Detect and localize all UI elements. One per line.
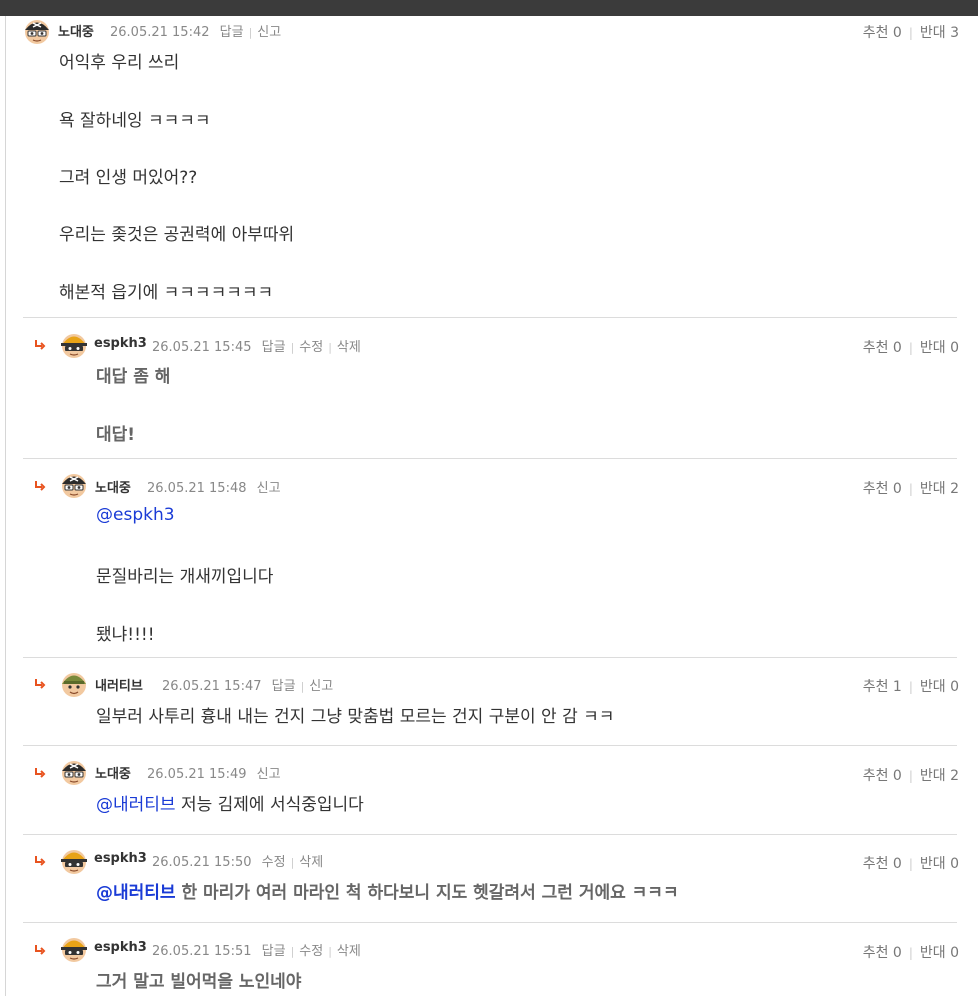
upvote-button[interactable]: 추천 0 xyxy=(863,768,902,784)
avatar-icon[interactable] xyxy=(60,471,88,499)
comment-date: 26.05.21 15:48 xyxy=(147,481,247,496)
comment-text-line: 해본적 읍기에 ㅋㅋㅋㅋㅋㅋㅋ xyxy=(59,283,274,303)
downvote-button[interactable]: 반대 0 xyxy=(920,856,959,872)
reply-arrow-icon xyxy=(34,767,46,779)
comment-meta: 26.05.21 15:49 신고 xyxy=(147,763,281,782)
downvote-button[interactable]: 반대 0 xyxy=(920,679,959,695)
comment-divider xyxy=(23,458,957,459)
downvote-button[interactable]: 반대 2 xyxy=(920,481,959,497)
reply-arrow-icon xyxy=(34,339,46,351)
comment-author[interactable]: espkh3 xyxy=(94,336,147,351)
comment-author[interactable]: espkh3 xyxy=(94,851,147,866)
downvote-button[interactable]: 반대 0 xyxy=(920,340,959,356)
comment-meta: 26.05.21 15:48 신고 xyxy=(147,477,281,496)
comment-author[interactable]: 노대중 xyxy=(95,477,131,496)
comment-text-line: 어익후 우리 쓰리 xyxy=(59,53,180,73)
reply-arrow-icon xyxy=(34,480,46,492)
upvote-button[interactable]: 추천 1 xyxy=(863,679,902,695)
mention-link[interactable]: @내러티브 xyxy=(96,883,176,903)
vote-box: 추천 0 | 반대 0 xyxy=(862,856,959,872)
avatar-icon[interactable] xyxy=(60,935,88,963)
comment-divider xyxy=(23,834,957,835)
comment-text-line: 욕 잘하네잉 ㅋㅋㅋㅋ xyxy=(59,111,211,131)
comment-text-line: 그려 인생 머있어?? xyxy=(59,168,198,188)
comment-divider xyxy=(23,317,957,318)
comment-text-line: 대답 좀 해 xyxy=(96,367,171,387)
reply-arrow-icon xyxy=(34,855,46,867)
reply-link[interactable]: 답글 xyxy=(272,679,296,694)
report-link[interactable]: 신고 xyxy=(257,767,281,782)
mention-link[interactable]: @espkh3 xyxy=(96,505,175,525)
reply-arrow-icon xyxy=(34,944,46,956)
avatar-icon[interactable] xyxy=(60,758,88,786)
comment-text-line: @내러티브 저능 김제에 서식중입니다 xyxy=(96,790,364,815)
comment-date: 26.05.21 15:51 xyxy=(152,944,252,959)
vote-box: 추천 1 | 반대 0 xyxy=(862,679,959,695)
comment-text-line: 그거 말고 빌어먹을 노인네야 xyxy=(96,972,302,992)
reply-arrow-icon xyxy=(34,678,46,690)
report-link[interactable]: 신고 xyxy=(257,481,281,496)
avatar-icon[interactable] xyxy=(60,670,88,698)
comment-text: 저능 김제에 서식중입니다 xyxy=(175,795,364,815)
downvote-button[interactable]: 반대 2 xyxy=(920,768,959,784)
avatar-icon[interactable] xyxy=(60,331,88,359)
comment-text-line: 됐냐!!!! xyxy=(96,625,155,645)
comment-meta: 26.05.21 15:50 수정 | 삭제 xyxy=(152,855,324,870)
comment-list: 노대중 26.05.21 15:42 답글 | 신고 추천 0 | 반대 3 어익후 우… xyxy=(5,16,978,996)
delete-link[interactable]: 삭제 xyxy=(337,340,361,355)
edit-link[interactable]: 수정 xyxy=(262,855,286,870)
comment-text-line: 문질바리는 개새끼입니다 xyxy=(96,567,274,587)
comment-divider xyxy=(23,922,957,923)
comment-divider xyxy=(23,657,957,658)
delete-link[interactable]: 삭제 xyxy=(299,855,323,870)
upvote-button[interactable]: 추천 0 xyxy=(863,340,902,356)
edit-link[interactable]: 수정 xyxy=(299,944,323,959)
avatar-icon[interactable] xyxy=(23,17,51,45)
comment-text-line: 우리는 좆것은 공권력에 아부따위 xyxy=(59,225,295,245)
reply-link[interactable]: 답글 xyxy=(262,944,286,959)
comment-author[interactable]: espkh3 xyxy=(94,940,147,955)
comment-author[interactable]: 노대중 xyxy=(58,21,94,40)
edit-link[interactable]: 수정 xyxy=(299,340,323,355)
comment-date: 26.05.21 15:45 xyxy=(152,340,252,355)
report-link[interactable]: 신고 xyxy=(257,25,281,40)
comment-divider xyxy=(23,745,957,746)
comment-text-line: 대답! xyxy=(96,425,136,445)
comment-meta: 26.05.21 15:51 답글 | 수정 | 삭제 xyxy=(152,944,361,959)
vote-box: 추천 0 | 반대 3 xyxy=(862,25,959,41)
vote-box: 추천 0 | 반대 2 xyxy=(862,481,959,497)
reply-link[interactable]: 답글 xyxy=(220,25,244,40)
upvote-button[interactable]: 추천 0 xyxy=(863,481,902,497)
upvote-button[interactable]: 추천 0 xyxy=(863,25,902,41)
window-top-bar xyxy=(0,0,978,16)
comment-date: 26.05.21 15:50 xyxy=(152,855,252,870)
upvote-button[interactable]: 추천 0 xyxy=(863,945,902,961)
comment-meta: 26.05.21 15:47 답글 | 신고 xyxy=(162,679,334,694)
mention-link[interactable]: @내러티브 xyxy=(96,795,176,815)
downvote-button[interactable]: 반대 0 xyxy=(920,945,959,961)
comment-text-line: 일부러 사투리 흉내 내는 건지 그냥 맞춤법 모르는 건지 구분이 안 감 ㅋ… xyxy=(96,707,615,727)
downvote-button[interactable]: 반대 3 xyxy=(920,25,959,41)
vote-box: 추천 0 | 반대 2 xyxy=(862,768,959,784)
comment-date: 26.05.21 15:49 xyxy=(147,767,247,782)
vote-box: 추천 0 | 반대 0 xyxy=(862,340,959,356)
comment-author[interactable]: 내러티브 xyxy=(95,675,143,694)
comment-text: 한 마리가 여러 마라인 척 하다보니 지도 헷갈려서 그런 거에요 ㅋㅋㅋ xyxy=(175,883,679,903)
reply-link[interactable]: 답글 xyxy=(262,340,286,355)
avatar-icon[interactable] xyxy=(60,847,88,875)
delete-link[interactable]: 삭제 xyxy=(337,944,361,959)
comment-date: 26.05.21 15:42 xyxy=(110,25,210,40)
comment-meta: 26.05.21 15:42 답글 | 신고 xyxy=(110,25,282,40)
vote-box: 추천 0 | 반대 0 xyxy=(862,945,959,961)
report-link[interactable]: 신고 xyxy=(309,679,333,694)
comment-author[interactable]: 노대중 xyxy=(95,763,131,782)
comment-meta: 26.05.21 15:45 답글 | 수정 | 삭제 xyxy=(152,340,361,355)
comment-date: 26.05.21 15:47 xyxy=(162,679,262,694)
comment-text-line: @내러티브 한 마리가 여러 마라인 척 하다보니 지도 헷갈려서 그런 거에요… xyxy=(96,878,679,903)
upvote-button[interactable]: 추천 0 xyxy=(863,856,902,872)
